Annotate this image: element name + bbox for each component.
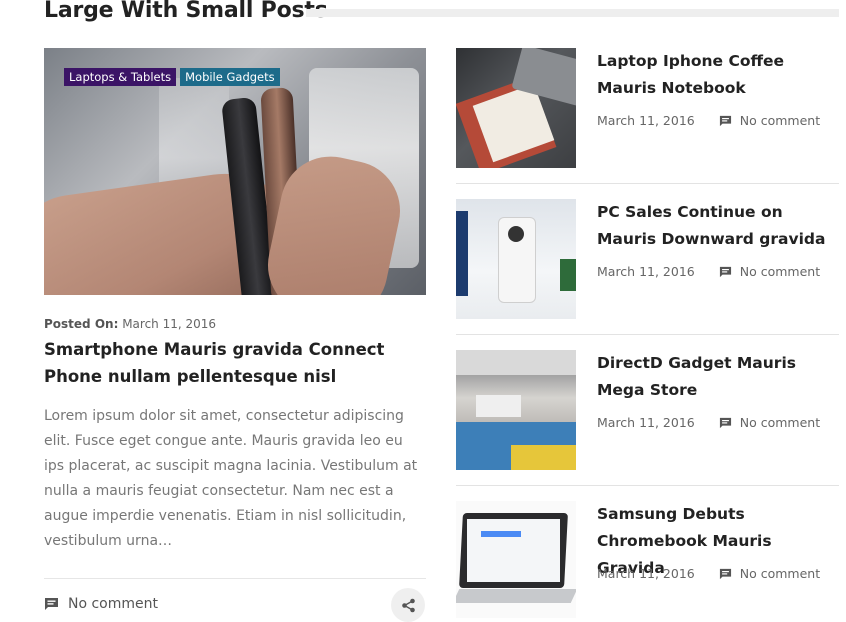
divider: [44, 578, 426, 579]
post-date[interactable]: March 11, 2016: [597, 264, 695, 279]
comment-icon: [719, 568, 731, 579]
comment-count: No comment: [739, 264, 821, 279]
comment-count: No comment: [739, 415, 821, 430]
list-item: Laptop Iphone Coffee Mauris Notebook Mar…: [456, 48, 839, 199]
divider: [456, 485, 839, 486]
comment-count: No comment: [68, 596, 159, 612]
comment-icon: [719, 266, 731, 277]
comment-icon: [719, 417, 731, 428]
comment-count: No comment: [739, 113, 821, 128]
post-meta: March 11, 2016 No comment: [597, 113, 820, 128]
comment-icon: [719, 115, 731, 126]
post-title[interactable]: PC Sales Continue on Mauris Downward gra…: [597, 199, 837, 253]
divider: [456, 183, 839, 184]
section-title: Large With Small Posts: [44, 0, 328, 23]
featured-post-title[interactable]: Smartphone Mauris gravida Connect Phone …: [44, 336, 424, 390]
featured-post-image[interactable]: Laptops & Tablets Mobile Gadgets: [44, 48, 426, 295]
post-comments[interactable]: No comment: [719, 113, 820, 128]
post-date[interactable]: March 11, 2016: [597, 415, 695, 430]
post-date[interactable]: March 11, 2016: [597, 566, 695, 581]
featured-post-meta: Posted On: March 11, 2016: [44, 317, 216, 331]
list-item: DirectD Gadget Mauris Mega Store March 1…: [456, 350, 839, 501]
category-badge-mobile-gadgets[interactable]: Mobile Gadgets: [180, 68, 280, 86]
post-meta: March 11, 2016 No comment: [597, 415, 820, 430]
post-thumbnail[interactable]: [456, 199, 576, 319]
featured-post-comments[interactable]: No comment: [44, 596, 158, 612]
list-item: PC Sales Continue on Mauris Downward gra…: [456, 199, 839, 350]
featured-post-date[interactable]: March 11, 2016: [122, 317, 216, 331]
post-comments[interactable]: No comment: [719, 415, 820, 430]
post-comments[interactable]: No comment: [719, 264, 820, 279]
category-badges: Laptops & Tablets Mobile Gadgets: [64, 68, 280, 86]
post-meta: March 11, 2016 No comment: [597, 264, 820, 279]
featured-post-excerpt: Lorem ipsum dolor sit amet, consectetur …: [44, 408, 418, 549]
post-meta: March 11, 2016 No comment: [597, 566, 820, 581]
post-date[interactable]: March 11, 2016: [597, 113, 695, 128]
post-thumbnail[interactable]: [456, 350, 576, 470]
comment-count: No comment: [739, 566, 821, 581]
post-title[interactable]: Laptop Iphone Coffee Mauris Notebook: [597, 48, 837, 102]
post-thumbnail[interactable]: [456, 48, 576, 168]
post-thumbnail[interactable]: [456, 501, 576, 618]
comment-icon: [45, 598, 58, 610]
share-icon: [401, 598, 415, 612]
divider: [456, 334, 839, 335]
post-comments[interactable]: No comment: [719, 566, 820, 581]
posted-on-label: Posted On:: [44, 317, 119, 331]
section-title-bar: [306, 9, 839, 17]
post-title[interactable]: DirectD Gadget Mauris Mega Store: [597, 350, 837, 404]
list-item: Samsung Debuts Chromebook Mauris Gravida…: [456, 501, 839, 618]
category-badge-laptops-tablets[interactable]: Laptops & Tablets: [64, 68, 177, 86]
featured-post: Laptops & Tablets Mobile Gadgets Posted …: [44, 48, 426, 622]
share-button[interactable]: [391, 588, 425, 622]
section-header: Large With Small Posts: [44, 0, 839, 30]
